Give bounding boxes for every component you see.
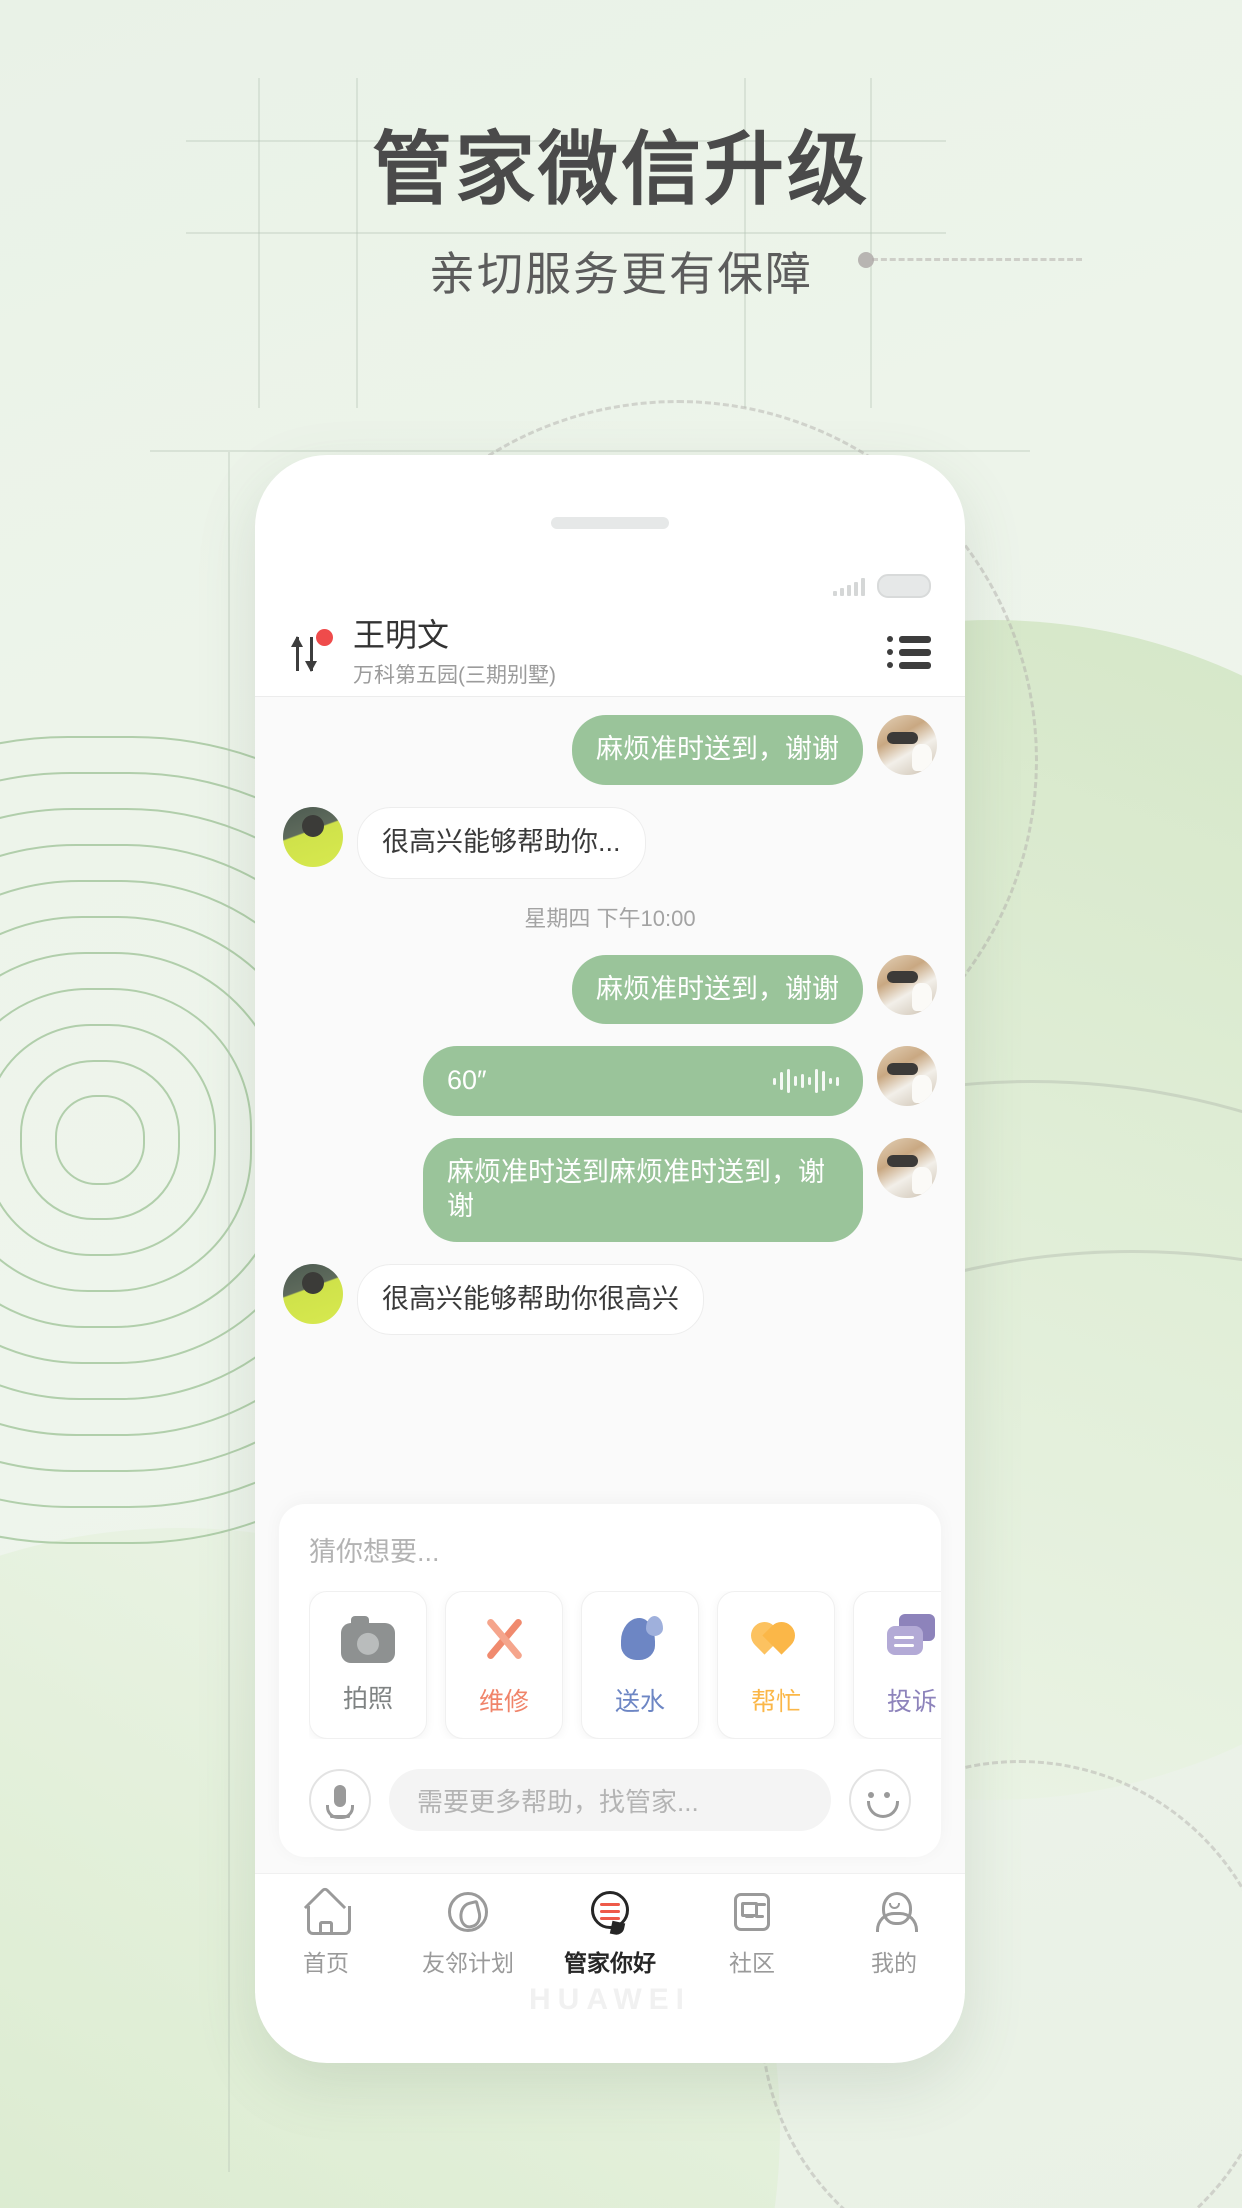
camera-icon — [341, 1615, 395, 1663]
contact-name: 王明文 — [353, 617, 450, 654]
message-list[interactable]: 麻烦准时送到，谢谢 很高兴能够帮助你... 星期四 下午10:00 麻烦准时送到… — [255, 697, 965, 1336]
avatar[interactable] — [877, 715, 937, 775]
promo-text-block: 管家微信升级 亲切服务更有保障 — [0, 128, 1242, 304]
message-row: 麻烦准时送到，谢谢 — [283, 715, 937, 785]
heart-hands-icon — [749, 1612, 803, 1666]
message-input[interactable]: 需要更多帮助，找管家... — [389, 1769, 831, 1831]
unread-dot-badge — [316, 628, 333, 646]
id-card-icon — [730, 1890, 774, 1934]
status-bar — [255, 563, 965, 609]
quick-action-complaint[interactable]: 投诉 — [853, 1591, 941, 1739]
switch-arrows-icon[interactable] — [285, 628, 333, 677]
tab-label: 社区 — [729, 1949, 775, 1976]
phone-speaker — [551, 517, 669, 529]
tab-label: 首页 — [303, 1949, 349, 1976]
tools-icon — [477, 1612, 531, 1666]
phone-mockup: 王明文 万科第五园(三期别墅) 麻烦准时送到，谢谢 很高兴能够帮助你... 星期… — [255, 455, 965, 2063]
tab-label: 我的 — [871, 1949, 917, 1976]
quick-action-camera[interactable]: 拍照 — [309, 1591, 427, 1739]
waveform-icon — [773, 1068, 839, 1094]
promo-subheadline: 亲切服务更有保障 — [429, 248, 813, 300]
avatar[interactable] — [877, 1046, 937, 1107]
quick-action-repair[interactable]: 维修 — [445, 1591, 563, 1739]
tab-label: 管家你好 — [564, 1949, 656, 1976]
quick-action-label: 拍照 — [342, 1684, 393, 1713]
quick-actions-title: 猜你想要... — [309, 1537, 440, 1567]
battery-icon — [877, 574, 931, 598]
grid-line-vertical-5 — [228, 452, 230, 2172]
quick-action-help[interactable]: 帮忙 — [717, 1591, 835, 1739]
message-row-voice: 60″ — [283, 1046, 937, 1116]
avatar[interactable] — [877, 954, 937, 1015]
voice-message-bubble[interactable]: 60″ — [423, 1046, 863, 1116]
tab-home[interactable]: 首页 — [255, 1890, 397, 1978]
list-menu-icon[interactable] — [887, 635, 931, 670]
message-bubble[interactable]: 麻烦准时送到麻烦准时送到，谢谢 — [423, 1138, 863, 1242]
tab-neighbor-plan[interactable]: 友邻计划 — [397, 1890, 539, 1978]
tab-label: 友邻计划 — [422, 1949, 514, 1976]
message-bubble[interactable]: 麻烦准时送到，谢谢 — [572, 715, 863, 785]
quick-action-label: 投诉 — [886, 1688, 937, 1716]
contact-community: 万科第五园(三期别墅) — [353, 663, 556, 687]
smiley-icon[interactable] — [849, 1769, 911, 1831]
signal-bars-icon — [833, 576, 865, 596]
avatar[interactable] — [877, 1138, 937, 1198]
device-brand-logo: HUAWEI — [529, 1983, 691, 2016]
message-bubble[interactable]: 很高兴能够帮助你很高兴 — [357, 1263, 704, 1336]
microphone-icon[interactable] — [309, 1769, 371, 1831]
tab-mine[interactable]: 我的 — [823, 1890, 965, 1978]
message-row: 麻烦准时送到，谢谢 — [283, 954, 937, 1025]
phone-screen: 王明文 万科第五园(三期别墅) 麻烦准时送到，谢谢 很高兴能够帮助你... 星期… — [255, 563, 965, 1873]
quick-action-label: 送水 — [614, 1688, 665, 1716]
tab-butler-hello[interactable]: 管家你好 — [539, 1890, 681, 1978]
quick-action-label: 维修 — [478, 1688, 529, 1716]
quick-action-water[interactable]: 送水 — [581, 1591, 699, 1739]
promo-headline: 管家微信升级 — [372, 125, 870, 214]
avatar[interactable] — [283, 806, 343, 867]
person-icon — [872, 1890, 918, 1934]
message-row: 麻烦准时送到麻烦准时送到，谢谢 — [283, 1138, 937, 1242]
message-row: 很高兴能够帮助你很高兴 — [283, 1263, 937, 1336]
message-input-bar: 需要更多帮助，找管家... — [309, 1769, 941, 1831]
home-icon — [304, 1890, 351, 1935]
bird-icon — [446, 1890, 490, 1934]
quick-actions-row[interactable]: 拍照 维修 送水 帮忙 投诉 — [309, 1591, 941, 1739]
quick-actions-panel: 猜你想要... 拍照 维修 送水 帮忙 投诉 需要更多帮助，找管家... — [279, 1504, 941, 1857]
message-bubble[interactable]: 麻烦准时送到，谢谢 — [572, 954, 863, 1025]
message-timestamp: 星期四 下午10:00 — [524, 905, 696, 931]
water-drop-icon — [613, 1612, 667, 1666]
chat-header-texts: 王明文 万科第五园(三期别墅) — [353, 616, 887, 688]
bottom-tab-bar: 首页 友邻计划 管家你好 社区 我的 — [255, 1873, 965, 1993]
quick-action-label: 帮忙 — [750, 1688, 801, 1716]
message-bubble[interactable]: 很高兴能够帮助你... — [357, 806, 646, 879]
chat-bubble-icon — [885, 1612, 939, 1666]
chat-active-icon — [588, 1890, 632, 1934]
message-row: 很高兴能够帮助你... — [283, 806, 937, 879]
avatar[interactable] — [283, 1263, 343, 1324]
chat-header: 王明文 万科第五园(三期别墅) — [255, 609, 965, 697]
voice-duration: 60″ — [447, 1065, 487, 1096]
tab-community[interactable]: 社区 — [681, 1890, 823, 1978]
